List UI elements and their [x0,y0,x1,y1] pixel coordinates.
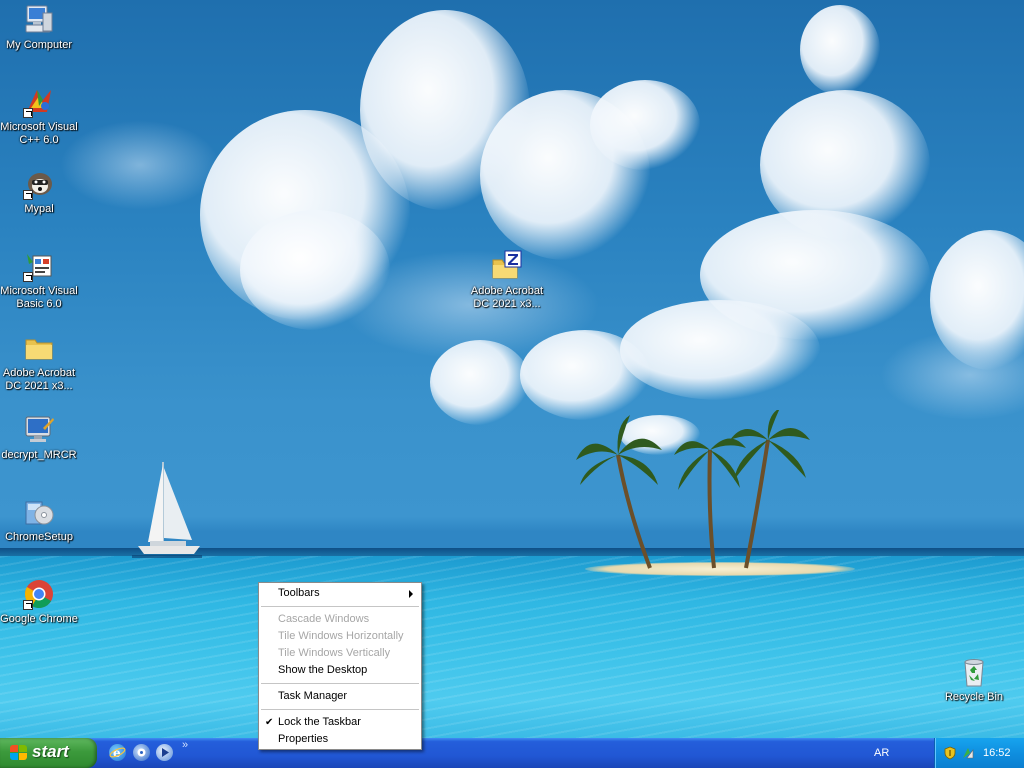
desktop-icon-label: Mypal [24,203,54,215]
menu-item-task-manager[interactable]: Task Manager [259,688,421,705]
desktop-icon-decrypt-mrcr[interactable]: decrypt_MRCR [0,414,78,462]
menu-separator [261,606,419,607]
menu-item-label: Tile Windows Vertically [278,647,391,659]
desktop-icon-visual-basic[interactable]: Microsoft Visual Basic 6.0 [0,250,78,311]
menu-separator [261,683,419,684]
monitor-program-icon [23,414,55,446]
winzip-folder-icon [491,250,523,282]
desktop-icon-label: Recycle Bin [944,691,1004,703]
desktop-icon-label: Google Chrome [0,613,78,625]
sailboat-illustration [132,462,202,558]
start-button[interactable]: start [0,738,97,768]
clock[interactable]: 16:52 [983,747,1011,759]
desktop-icon-label: Adobe Acrobat DC 2021 x3... [470,285,544,310]
recycle-bin-icon [958,656,990,688]
desktop-icon-acrobat-zip[interactable]: Adobe Acrobat DC 2021 x3... [468,250,546,311]
shortcut-arrow-icon [23,190,33,200]
menu-item-lock-taskbar[interactable]: ✔ Lock the Taskbar [259,714,421,731]
menu-item-label: Cascade Windows [278,613,370,625]
menu-item-toolbars[interactable]: Toolbars [259,585,421,602]
visual-cpp-icon [23,86,55,118]
taskbar[interactable]: start e » AR 16:52 [0,738,1024,768]
desktop-icon-chrome-setup[interactable]: ChromeSetup [0,496,78,544]
submenu-arrow-icon [409,590,413,598]
shortcut-arrow-icon [23,108,33,118]
menu-item-tile-horizontally: Tile Windows Horizontally [259,628,421,645]
wallpaper-haze [60,120,220,210]
desktop-wallpaper[interactable]: My Computer Microsoft Visual C++ 6.0 Myp… [0,0,1024,738]
network-icon[interactable] [961,746,975,760]
shortcut-arrow-icon [23,600,33,610]
desktop-icon-visual-cpp[interactable]: Microsoft Visual C++ 6.0 [0,86,78,147]
menu-item-tile-vertically: Tile Windows Vertically [259,645,421,662]
menu-separator [261,709,419,710]
installer-icon [23,496,55,528]
mypal-browser-icon [23,168,55,200]
desktop-icon-label: My Computer [5,39,73,51]
desktop-icon-label: Microsoft Visual Basic 6.0 [0,285,78,310]
language-indicator[interactable]: AR [874,747,889,759]
wallpaper-cloud [620,300,820,400]
desktop-icon-label: Microsoft Visual C++ 6.0 [0,121,78,146]
menu-item-label: Show the Desktop [278,664,368,676]
visual-basic-icon [23,250,55,282]
start-label: start [32,742,69,761]
wallpaper-cloud [800,5,880,95]
windows-logo-icon [10,745,27,761]
menu-item-label: Toolbars [278,587,320,599]
menu-item-label: Task Manager [278,690,348,702]
wallpaper-sea [0,556,1024,738]
menu-item-cascade-windows: Cascade Windows [259,611,421,628]
desktop-icon-acrobat-folder[interactable]: Adobe Acrobat DC 2021 x3... [0,332,78,393]
palm-trees-illustration [576,410,810,569]
desktop-icon-label: Adobe Acrobat DC 2021 x3... [2,367,76,392]
desktop-icon-label: decrypt_MRCR [1,449,77,461]
internet-explorer-icon[interactable]: e [109,744,126,761]
checkmark-icon: ✔ [265,717,274,728]
desktop-icon-my-computer[interactable]: My Computer [0,4,78,52]
my-computer-icon [23,4,55,36]
folder-icon [23,332,55,364]
taskbar-context-menu: Toolbars Cascade Windows Tile Windows Ho… [258,582,422,750]
menu-item-properties[interactable]: Properties [259,731,421,748]
security-shield-icon[interactable] [943,746,957,760]
shortcut-arrow-icon [23,272,33,282]
desktop-icon-google-chrome[interactable]: Google Chrome [0,578,78,626]
chrome-icon [23,578,55,610]
wallpaper-haze [880,330,1024,420]
desktop-icon-recycle-bin[interactable]: Recycle Bin [935,656,1013,704]
menu-item-label: Tile Windows Horizontally [278,630,404,642]
menu-item-label: Lock the Taskbar [278,716,361,728]
desktop-icon-label: ChromeSetup [5,531,73,543]
wallpaper-cloud [590,80,700,170]
quick-launch-chevron[interactable]: » [182,739,188,751]
show-desktop-icon[interactable] [156,744,173,761]
menu-item-show-desktop[interactable]: Show the Desktop [259,662,421,679]
menu-item-label: Properties [278,733,329,745]
media-player-icon[interactable] [133,744,150,761]
system-tray: 16:52 [934,738,1024,768]
desktop-icon-mypal[interactable]: Mypal [0,168,78,216]
